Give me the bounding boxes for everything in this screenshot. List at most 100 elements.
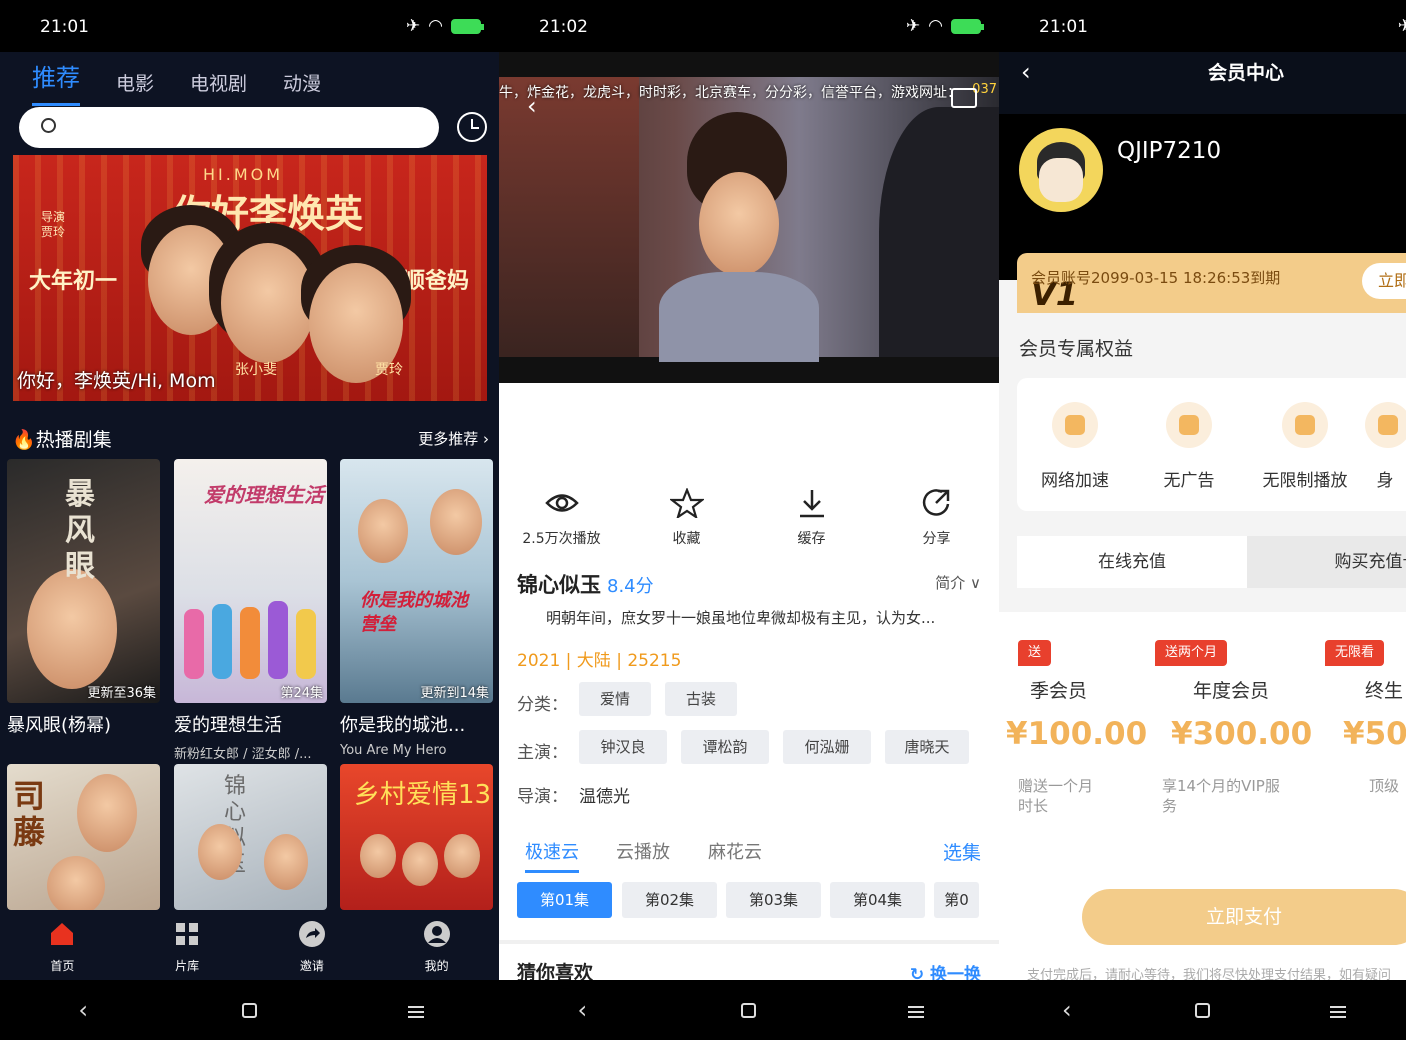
category-chip[interactable]: 古装 (665, 682, 737, 716)
banner-director: 导演 贾玲 (41, 210, 66, 239)
back-icon[interactable]: ‹ (527, 92, 537, 120)
episode-button[interactable]: 第03集 (726, 882, 821, 918)
show-card[interactable]: 乡村爱情13 (340, 764, 493, 910)
search-input[interactable] (19, 107, 439, 148)
show-card[interactable]: 你是我的城池营垒 更新到14集 你是我的城池... You Are My Her… (340, 459, 493, 758)
download-button[interactable]: 缓存 (757, 488, 867, 548)
tab-tv[interactable]: 电视剧 (190, 69, 247, 106)
pay-now-button[interactable]: 立即支付 (1082, 889, 1406, 945)
episode-button[interactable]: 第04集 (830, 882, 925, 918)
username: QJIP7210 (1117, 138, 1222, 164)
show-card[interactable]: 锦心似玉 (174, 764, 327, 910)
avatar-face (1039, 158, 1083, 202)
nav-label: 邀请 (299, 959, 324, 973)
recents-icon[interactable] (366, 996, 466, 1024)
rights-title: 会员专属权益 (1019, 338, 1134, 360)
video-actor (649, 112, 829, 362)
back-icon[interactable]: ‹ (1017, 996, 1117, 1024)
poster-title: 乡村爱情13 (354, 780, 492, 810)
home-screen: 21:01 ✈ ◠ 推荐 电影 电视剧 动漫 HI.MOM 你好李焕英 导演 贾… (0, 0, 499, 1040)
vip-expiry: 会员账号2099-03-15 18:26:53到期 (1031, 269, 1281, 287)
banner-actor-name: 张小斐 (235, 362, 277, 378)
right-label: 网络加速 (1041, 471, 1109, 491)
avatar[interactable] (1019, 128, 1103, 212)
home-icon (51, 923, 74, 945)
update-label: 更新至36集 (87, 686, 156, 701)
episode-button[interactable]: 第02集 (622, 882, 717, 918)
status-icons: ✈ (1398, 16, 1406, 36)
tab-buy-card[interactable]: 购买充值卡 (1247, 536, 1406, 588)
rights-panel: 网络加速 无广告 无限制播放 身 (1017, 378, 1406, 511)
plan-desc: 享14个月的VIP服 务 (1162, 777, 1280, 815)
recents-icon[interactable] (1288, 996, 1388, 1024)
show-card[interactable]: 爱的理想生活 第24集 爱的理想生活 新粉红女郎 / 涩女郎 /... (174, 459, 327, 762)
tab-movie[interactable]: 电影 (116, 69, 154, 106)
source-tab[interactable]: 云播放 (616, 838, 670, 864)
home-button-icon[interactable] (199, 996, 299, 1024)
favorite-button[interactable]: 收藏 (632, 488, 742, 548)
battery-icon (451, 18, 484, 34)
right-item: 身 (1365, 402, 1406, 491)
scene-figure (879, 107, 999, 357)
no-ads-icon (1166, 402, 1212, 448)
poster-title: 爱的理想生活 (204, 483, 324, 507)
unlimited-icon (1282, 402, 1328, 448)
tab-recommend[interactable]: 推荐 (32, 58, 80, 106)
history-icon[interactable] (457, 112, 487, 142)
cast-chip[interactable]: 谭松韵 (681, 730, 769, 764)
source-tab[interactable]: 极速云 (525, 838, 579, 873)
video-player[interactable]: 牛，炸金花，龙虎斗，时时彩，北京赛车，分分彩，信誉平台，游戏网址： 037 ‹ (499, 52, 999, 383)
cast-chip[interactable]: 何泓姗 (783, 730, 871, 764)
search-icon (41, 118, 56, 133)
nav-invite[interactable]: 邀请 (267, 910, 357, 980)
intro-toggle[interactable]: 简介 ∨ (935, 572, 981, 593)
status-time: 21:01 (1039, 17, 1088, 37)
right-item: 无限制播放 (1255, 402, 1355, 491)
banner-left-text: 大年初一 (29, 269, 118, 294)
poster-face (264, 834, 308, 890)
cast-chip[interactable]: 钟汉良 (579, 730, 667, 764)
cast-icon[interactable] (951, 88, 977, 108)
plan-name: 季会员 (1030, 680, 1088, 702)
show-title-text: 锦心似玉 (517, 573, 601, 597)
director-name[interactable]: 温德光 (579, 782, 630, 807)
scene-background (499, 77, 639, 357)
airplane-icon: ✈ (1397, 16, 1406, 36)
show-card[interactable]: 司藤 (7, 764, 160, 910)
recents-icon[interactable] (866, 996, 966, 1024)
category-chip[interactable]: 爱情 (579, 682, 651, 716)
wifi-icon: ◠ (428, 16, 443, 36)
nav-library[interactable]: 片库 (142, 910, 232, 980)
nav-mine[interactable]: 我的 (392, 910, 482, 980)
home-button-icon[interactable] (699, 996, 799, 1024)
renew-button[interactable]: 立即 (1362, 263, 1406, 299)
poster-image: 爱的理想生活 第24集 (174, 459, 327, 703)
tab-anime[interactable]: 动漫 (283, 69, 321, 106)
poster-figure (268, 601, 288, 679)
episode-button[interactable]: 第01集 (517, 882, 612, 918)
poster-face (402, 842, 438, 886)
select-episodes-button[interactable]: 选集 (943, 838, 981, 865)
show-card[interactable]: 暴风眼 更新至36集 暴风眼(杨幂) (7, 459, 160, 743)
nav-home[interactable]: 首页 (17, 910, 107, 980)
episode-button[interactable]: 第0 (934, 882, 979, 918)
source-tab[interactable]: 麻花云 (708, 838, 762, 864)
plan-tag: 送 (1018, 640, 1052, 666)
cast-chip[interactable]: 唐晓天 (885, 730, 969, 764)
nav-label: 首页 (50, 959, 75, 973)
card-title: 暴风眼(杨幂) (7, 715, 112, 736)
plan-name: 年度会员 (1193, 680, 1270, 702)
poster-face (444, 834, 480, 878)
card-title: 爱的理想生活 (174, 715, 282, 736)
star-icon (669, 488, 704, 518)
back-icon[interactable]: ‹ (1021, 58, 1031, 86)
back-icon[interactable]: ‹ (33, 996, 133, 1024)
share-button[interactable]: 分享 (882, 488, 992, 548)
back-icon[interactable]: ‹ (532, 996, 632, 1024)
home-button-icon[interactable] (1152, 996, 1252, 1024)
tab-online-recharge[interactable]: 在线充值 (1017, 536, 1247, 588)
plan-tag: 送两个月 (1155, 640, 1228, 666)
more-link[interactable]: 更多推荐 › (418, 428, 489, 449)
status-icons: ✈ ◠ (906, 16, 984, 36)
featured-banner[interactable]: HI.MOM 你好李焕英 导演 贾玲 大年初一 笑顺爸妈 张小斐 贾玲 你好，李… (13, 155, 487, 401)
